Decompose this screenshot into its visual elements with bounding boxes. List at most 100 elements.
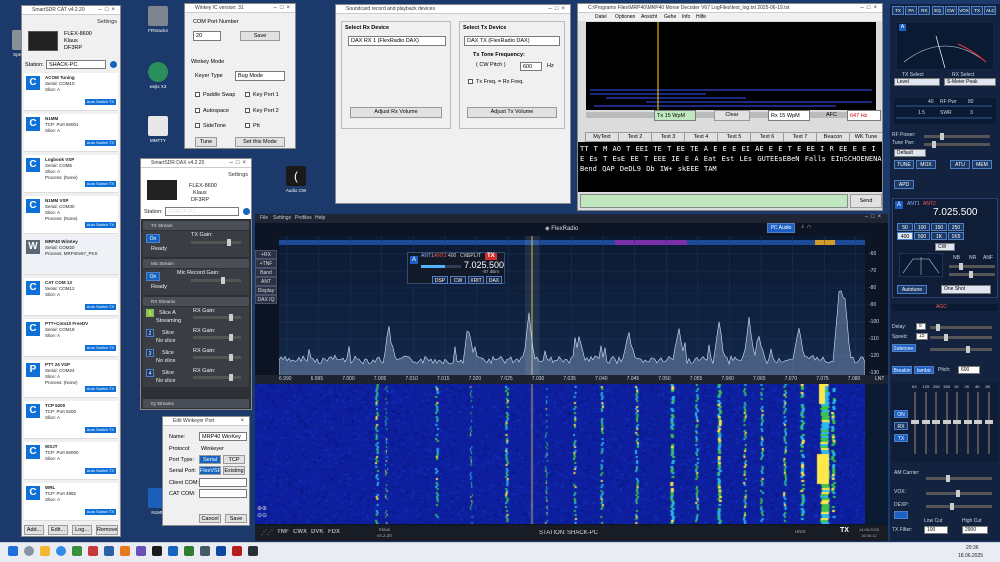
eq-rx-button[interactable]: RX [894, 422, 908, 430]
high-cut-input[interactable]: 2900 [962, 526, 988, 534]
serial-button[interactable]: Serial [199, 455, 221, 464]
auto-switch-tx-badge[interactable]: Auto Switch TX [84, 345, 116, 351]
rx-streams-header[interactable]: RX Streams [143, 297, 249, 306]
zoom-out-icon[interactable]: ⊖⊖ [257, 513, 267, 519]
app7-icon[interactable] [168, 546, 178, 556]
cat-settings-link[interactable]: Settings [97, 19, 117, 25]
menu-optionen[interactable]: Optionen [615, 14, 635, 20]
breakin-button[interactable]: Breakin [892, 366, 912, 374]
taskbar-clock[interactable]: 20:36 [966, 545, 979, 551]
mic-on-button[interactable]: On [146, 272, 160, 281]
menu-gehe[interactable]: Gehe [664, 14, 676, 20]
auto-switch-tx-badge[interactable]: Auto Switch TX [84, 509, 116, 515]
tab-text3[interactable]: Text 3 [651, 132, 685, 142]
filter-button[interactable]: 100 [914, 223, 930, 231]
panel-tab[interactable]: TX [892, 6, 904, 15]
tune-power-slider[interactable] [924, 141, 990, 148]
cat-port-item[interactable]: C WSJT TCP: Port 60000 Slice: A Auto Switch … [24, 442, 118, 480]
panel-ant1[interactable]: ANT1 [907, 201, 920, 207]
tx-on-button[interactable]: On [146, 234, 160, 243]
desktop-icon-wsjtx[interactable]: wsjtx X3 [136, 62, 180, 89]
auto-switch-tx-badge[interactable]: Auto Switch TX [84, 181, 116, 187]
rx2-gain-slider[interactable] [193, 334, 241, 341]
paddle-swap-check[interactable]: Paddle Swap [195, 92, 235, 98]
eq-on-button[interactable]: ON [894, 410, 908, 418]
menu-settings[interactable]: Settings [273, 215, 291, 221]
cat-port-item[interactable]: C TCP 5200 TCP: Port 5200 Slice: A Auto Swit… [24, 401, 118, 439]
filter-button[interactable]: 500 [914, 232, 930, 240]
slice-dax-button[interactable]: DAX [486, 276, 502, 284]
low-cut-input[interactable]: 100 [924, 526, 948, 534]
tx-gain-slider[interactable] [191, 239, 241, 246]
side-dax-iq[interactable]: DAX IQ [255, 295, 277, 304]
desktop-icon-frstack[interactable]: FRStack4 [136, 6, 180, 33]
adjust-rx-button[interactable]: Adjust Rx Volume [350, 107, 442, 118]
rx-stream3-button[interactable]: 3 [146, 349, 154, 357]
zoom-controls[interactable]: ⊕⊕ ⊖⊖ [257, 506, 275, 524]
autospace-check[interactable]: Autospace [195, 108, 229, 114]
nr-slider[interactable] [949, 271, 995, 278]
slice-flag[interactable]: A ANT1 ANT2 400 CW SPLIT TX 7.025.500 -8… [407, 252, 505, 284]
app10-icon[interactable] [216, 546, 226, 556]
side-ant[interactable]: ANT [255, 277, 277, 286]
dexp-toggle[interactable] [894, 511, 908, 519]
panel-tab[interactable]: EQ [931, 6, 944, 15]
rx-stream1-button[interactable]: 1 [146, 309, 154, 317]
tune-button[interactable]: TUNE [894, 160, 914, 169]
tx-stream-header[interactable]: TX Stream [143, 221, 249, 230]
rx-stream4-button[interactable]: 4 [146, 369, 154, 377]
apd-button[interactable]: APD [894, 180, 914, 189]
remove-button[interactable]: Remove [96, 525, 118, 535]
app8-icon[interactable] [184, 546, 194, 556]
app3-icon[interactable] [104, 546, 114, 556]
status-cwx[interactable]: CWX [293, 529, 307, 535]
slice-ant1[interactable]: ANT1 [421, 253, 434, 259]
edit-save-button[interactable]: Save [225, 514, 247, 523]
filter-button[interactable]: 1K [931, 232, 947, 240]
panel-tab[interactable]: RX [918, 6, 931, 15]
app5-icon[interactable] [136, 546, 146, 556]
existing-button[interactable]: Existing [223, 466, 245, 475]
desktop-icon-audiocw[interactable]: (Audio CW [274, 166, 318, 193]
decoded-text-area[interactable]: TT T M AO T EEI TE T EE TE A E E E EI AE… [578, 142, 882, 192]
eq-band-slider[interactable] [932, 392, 940, 454]
panel-tab[interactable]: PA [905, 6, 918, 15]
menu-help[interactable]: Help [315, 215, 325, 221]
app12-icon[interactable] [248, 546, 258, 556]
auto-switch-tx-badge[interactable]: Auto Switch TX [84, 427, 116, 433]
window-controls[interactable]: –□× [274, 4, 293, 12]
auto-switch-tx-badge[interactable]: Auto Switch TX [84, 222, 116, 228]
anf-label[interactable]: ANF [983, 255, 993, 261]
iq-streams-header[interactable]: IQ Streams [143, 399, 249, 408]
mem-button[interactable]: MEM [972, 160, 992, 169]
auto-switch-tx-badge[interactable]: Auto Switch TX [84, 140, 116, 146]
app4-icon[interactable] [120, 546, 130, 556]
delay-value[interactable]: 5 [916, 323, 926, 330]
menu-hilfe[interactable]: Hilfe [696, 14, 706, 20]
tab-wktune[interactable]: WK Tune [849, 132, 882, 142]
autotune-button[interactable]: Autotune [897, 285, 927, 294]
side-add-rx[interactable]: +RX [255, 250, 277, 259]
cat-port-item[interactable]: C ACOM Tuning Serial: COM10 Slice: A Auto Sw… [24, 73, 118, 111]
panel-tab[interactable]: TX [971, 6, 984, 15]
start-icon[interactable] [8, 546, 18, 556]
eq-band-slider[interactable] [963, 392, 972, 454]
zoom-in-icon[interactable]: ⊕⊕ [257, 506, 267, 512]
txfreq-check[interactable]: Tx Freq. = Rx Freq. [468, 79, 524, 85]
filter-button[interactable]: 250 [948, 223, 964, 231]
side-display[interactable]: Display [255, 286, 277, 295]
cat-port-item[interactable]: C PTT+Com10 FreeDV Serial: COM18 Slice: A Au… [24, 319, 118, 357]
tab-mytext[interactable]: MyText [585, 132, 619, 142]
rx4-gain-slider[interactable] [193, 374, 241, 381]
window-controls[interactable]: –□× [861, 4, 880, 12]
profile-dropdown[interactable]: Default [894, 149, 926, 157]
cat-port-item[interactable]: C Logbook VSP Serial: COM5 Slice: A Process:… [24, 155, 118, 193]
auto-switch-tx-badge[interactable]: Auto Switch TX [84, 99, 116, 105]
menu-profiles[interactable]: Profiles [295, 215, 312, 221]
afc-label[interactable]: AFC [826, 112, 837, 118]
cat-port-item[interactable]: P PTT 24 VSP Serial: COM24 Slice: A Process:… [24, 360, 118, 398]
slice-dsp-button[interactable]: DSP [432, 276, 448, 284]
eq-band-slider[interactable] [921, 392, 930, 454]
send-button[interactable]: Send [850, 194, 882, 208]
eq-band-slider[interactable] [953, 392, 961, 454]
